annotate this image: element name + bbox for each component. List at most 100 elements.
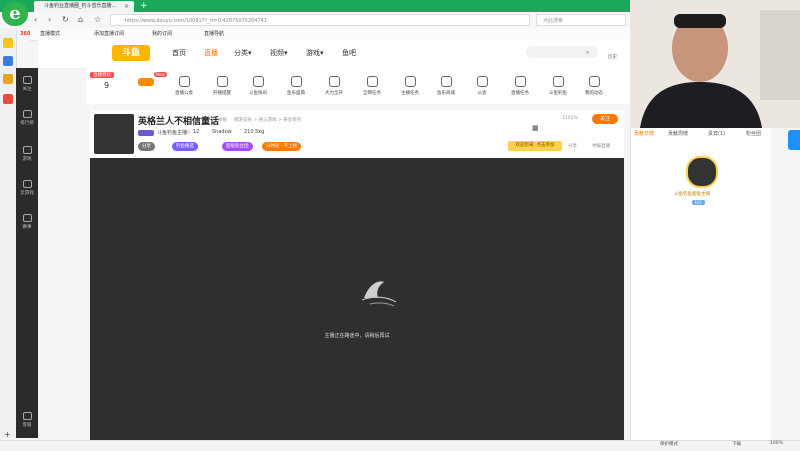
category-label: 鱼乐盛典 — [287, 91, 305, 96]
category-label: 斗鱼钓鱼 — [549, 91, 567, 96]
rank-icon — [22, 110, 32, 118]
room-title: 英格兰人不相信童话 — [138, 117, 220, 127]
category-item[interactable]: 大力全开 — [320, 76, 348, 96]
tab-close-icon[interactable]: × — [124, 1, 129, 12]
qr-code-icon[interactable]: ▦ — [532, 124, 539, 132]
schedule-tag[interactable]: 分时段 · 不上榜 — [262, 142, 302, 151]
sidebar-label: 游戏 — [22, 157, 32, 162]
nav-video[interactable]: 视频▾ — [270, 48, 288, 58]
bookmark-item[interactable]: 直播导航 — [204, 28, 224, 40]
host-name[interactable]: 斗鱼钓鱼主播 — [157, 129, 187, 136]
sidebar-item-cloud-games[interactable]: 云游戏 — [16, 180, 38, 196]
fan-club-tag[interactable]: 超级粉丝团 — [222, 142, 253, 151]
nav-live[interactable]: 直播 — [204, 48, 218, 58]
side-float-tab[interactable] — [788, 130, 800, 150]
category-item[interactable]: 直播任务 — [506, 76, 534, 96]
mouse-icon — [22, 146, 32, 154]
gift-icon — [290, 76, 302, 87]
bookmark-item[interactable]: 直播模式 — [40, 28, 60, 40]
search-icon[interactable]: ⌕ — [586, 49, 589, 57]
sidebar-item-follow[interactable]: 关注 — [16, 76, 38, 92]
new-tab-button[interactable]: + — [140, 0, 148, 12]
forward-button[interactable]: › — [48, 12, 51, 28]
group-icon — [476, 76, 488, 87]
webcam-overlay — [630, 0, 800, 128]
level-tag: 直播特权 — [90, 72, 114, 78]
heart-icon — [22, 76, 32, 84]
sidebar-label: 客服 — [22, 423, 32, 428]
notes-icon[interactable] — [3, 56, 13, 66]
category-item[interactable]: 斗鱼钓鱼 — [544, 76, 572, 96]
add-icon[interactable]: + — [4, 430, 11, 439]
nav-home[interactable]: 首页 — [172, 48, 186, 58]
nav-games[interactable]: 游戏▾ — [306, 48, 324, 58]
protect-mode[interactable]: 保护模式 — [660, 441, 678, 447]
download-button[interactable]: 下载 — [732, 441, 741, 447]
category-item[interactable]: 我的动态 — [580, 76, 608, 96]
room-category-path[interactable]: 网游竞技 > 格斗游戏 > 拳皇系列 — [234, 117, 301, 123]
sidebar-label: 关注 — [22, 87, 32, 92]
share-link[interactable]: 分享 — [568, 143, 577, 149]
level-number: 9 — [104, 81, 110, 90]
category-label: 公会 — [477, 91, 487, 96]
report-link[interactable]: 举报 — [218, 117, 227, 123]
tab-daily[interactable]: 贡献日榜 — [634, 130, 654, 137]
shield-icon — [366, 76, 378, 87]
nav-category[interactable]: 分类▾ — [234, 48, 252, 58]
tab-fan-club[interactable]: 粉丝团 — [746, 130, 761, 137]
category-label: 斗鱼快讯 — [249, 91, 267, 96]
bookmark-star-icon[interactable]: ☆ — [94, 12, 101, 28]
cloud-icon — [440, 76, 452, 87]
back-button[interactable]: ‹ — [34, 12, 37, 28]
category-item[interactable]: 鱼乐盛典 — [282, 76, 310, 96]
favorites-icon[interactable] — [3, 38, 13, 48]
category-item[interactable]: 公会 — [468, 76, 496, 96]
share-tag[interactable]: 分享 — [138, 142, 155, 151]
trophy-icon — [22, 214, 32, 222]
fish-icon — [552, 76, 564, 87]
sidebar-label: 排行榜 — [20, 121, 34, 126]
follow-count: 1165% — [562, 116, 578, 121]
weibo-icon[interactable] — [3, 74, 13, 84]
nav-fishbar[interactable]: 鱼吧 — [342, 48, 356, 58]
douyu-logo[interactable]: 斗鱼 — [112, 45, 150, 61]
waveform-icon — [178, 76, 190, 87]
zoom-level[interactable]: 100% — [770, 441, 783, 446]
tab-vip[interactable]: 贵宾(1) — [708, 130, 725, 137]
browser-tab[interactable]: 斗鱼钓业直播圈_钓斗音乐直播... — [34, 1, 134, 12]
browser-logo-icon[interactable]: e — [2, 2, 28, 26]
app-icon[interactable] — [3, 94, 13, 104]
reload-button[interactable]: ↻ — [62, 12, 69, 28]
category-item[interactable]: 斗鱼快讯 — [244, 76, 272, 96]
vip-user-name[interactable]: 斗鱼钓鱼超级主播 — [674, 191, 710, 197]
bookmark-item[interactable]: 我的订阅 — [152, 28, 172, 40]
category-item[interactable]: 全网任务 — [358, 76, 386, 96]
fishing-tag[interactable]: 钓鱼精选 — [172, 142, 198, 151]
report-stream-link[interactable]: 举报直播 — [592, 143, 610, 149]
category-item[interactable]: 鱼乐商城 — [432, 76, 460, 96]
history-link[interactable]: 历史 — [608, 54, 617, 60]
sidebar-item-games[interactable]: 游戏 — [16, 146, 38, 162]
browser-search-input[interactable]: 点此搜索 — [536, 14, 626, 26]
sidebar-item-events[interactable]: 赛事 — [16, 214, 38, 230]
tab-weekly[interactable]: 贡献周榜 — [668, 130, 688, 137]
follow-button[interactable]: 关注 — [592, 114, 618, 124]
bookmark-item[interactable]: 添加直播订阅 — [94, 28, 124, 40]
vip-avatar[interactable] — [686, 156, 718, 188]
new-badge: New — [154, 72, 167, 77]
promo-banner[interactable]: 欢迎您来: 点击参加 — [508, 141, 562, 151]
streamer-avatar[interactable] — [94, 114, 134, 154]
category-item[interactable]: 开播提醒 — [208, 76, 236, 96]
sidebar-item-rank[interactable]: 排行榜 — [16, 110, 38, 126]
url-input[interactable]: https://www.douyu.com/10081??_rt=0.42875… — [110, 14, 530, 26]
offline-message: 主播正在路途中，请稍后再试 — [324, 333, 390, 339]
category-label: 开播提醒 — [213, 91, 231, 96]
category-item[interactable]: 主播任务 — [396, 76, 424, 96]
category-item[interactable]: 直播公会 — [170, 76, 198, 96]
ad-icon — [252, 76, 264, 87]
sidebar-item-service[interactable]: 客服 — [16, 412, 38, 428]
sidebar-label: 云游戏 — [20, 191, 34, 196]
gauge-icon — [514, 76, 526, 87]
home-button[interactable]: ⌂ — [78, 12, 83, 28]
category-label: 大力全开 — [325, 91, 343, 96]
